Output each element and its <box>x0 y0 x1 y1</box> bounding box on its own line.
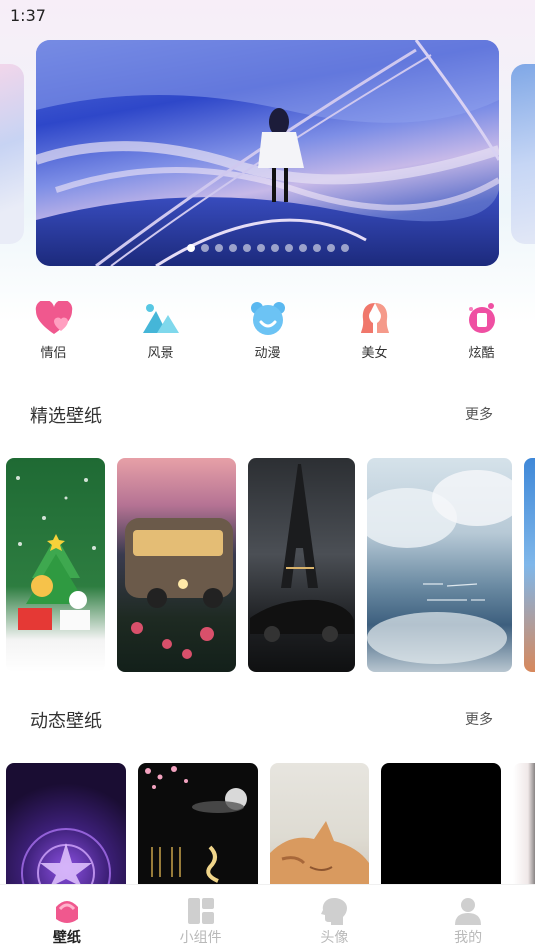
flower-bus-art <box>125 518 233 659</box>
live-thumb-moon-calligraphy[interactable] <box>138 763 258 887</box>
wallpaper-icon <box>55 901 78 923</box>
live-thumb-partial[interactable] <box>513 763 535 887</box>
live-thumb-black[interactable] <box>381 763 501 887</box>
nav-tab-avatar[interactable]: 头像 <box>268 885 402 951</box>
nav-tab-wallpaper[interactable]: 壁纸 <box>0 885 134 951</box>
wallpaper-home-page: 1:37 情侣 风景 动漫 美女 炫酷 精选壁纸 更多 动态壁纸 更多 壁纸 小… <box>0 0 535 951</box>
mandala-art <box>21 828 111 887</box>
banner-dot[interactable] <box>256 244 265 252</box>
bear-icon <box>248 298 288 338</box>
banner-prev-card[interactable] <box>0 64 24 244</box>
nav-label: 壁纸 <box>52 930 81 946</box>
category-bar: 情侣 风景 动漫 美女 炫酷 <box>0 298 535 361</box>
banner-dot[interactable] <box>312 244 321 252</box>
profile-icon <box>455 898 482 925</box>
clouds-art <box>367 470 512 664</box>
banner-dot[interactable] <box>228 244 237 252</box>
nav-label: 小组件 <box>179 930 222 946</box>
banner-dot[interactable] <box>242 244 251 252</box>
banner-dot[interactable] <box>340 244 349 252</box>
avatar-head-icon <box>321 898 348 925</box>
banner-dot[interactable] <box>186 244 195 252</box>
featured-section-title: 精选壁纸 <box>30 406 102 427</box>
category-label: 美女 <box>361 346 388 361</box>
wallpaper-thumb-clouds[interactable] <box>367 458 512 672</box>
wallpaper-thumb-eiffel[interactable] <box>248 458 355 672</box>
eiffel-car-art <box>250 464 354 642</box>
live-thumb-mandala[interactable] <box>6 763 126 887</box>
wallpaper-thumb-partial[interactable] <box>524 458 535 672</box>
nav-tab-profile[interactable]: 我的 <box>401 885 535 951</box>
category-anime[interactable]: 动漫 <box>214 298 321 361</box>
banner-dot[interactable] <box>214 244 223 252</box>
wallpaper-thumb-christmas[interactable] <box>6 458 105 672</box>
banner-pagination <box>36 244 499 252</box>
banner-dot[interactable] <box>298 244 307 252</box>
category-couple[interactable]: 情侣 <box>0 298 107 361</box>
category-cool[interactable]: 炫酷 <box>428 298 535 361</box>
status-time: 1:37 <box>10 6 46 25</box>
featured-more-link[interactable]: 更多 <box>465 404 493 424</box>
live-more-link[interactable]: 更多 <box>465 709 493 729</box>
live-wallpaper-row <box>0 763 535 887</box>
category-scenery[interactable]: 风景 <box>107 298 214 361</box>
wallpaper-thumb-flower-bus[interactable] <box>117 458 236 672</box>
heart-icon <box>34 298 74 338</box>
nav-label: 头像 <box>320 930 349 946</box>
banner-dot[interactable] <box>270 244 279 252</box>
status-bar: 1:37 <box>0 0 535 30</box>
banner-artwork <box>36 40 499 266</box>
banner-current-card[interactable] <box>36 40 499 266</box>
live-thumb-cat[interactable] <box>270 763 369 887</box>
banner-dot[interactable] <box>200 244 209 252</box>
moon-blossom-art <box>145 766 247 883</box>
category-label: 炫酷 <box>468 346 495 361</box>
mountain-icon <box>141 298 181 338</box>
widget-icon <box>187 898 214 924</box>
banner-carousel[interactable] <box>0 40 535 266</box>
banner-dot[interactable] <box>284 244 293 252</box>
woman-icon <box>355 298 395 338</box>
category-label: 动漫 <box>254 346 281 361</box>
bottom-navigation: 壁纸 小组件 头像 我的 <box>0 884 535 951</box>
banner-next-card[interactable] <box>511 64 535 244</box>
category-beauty[interactable]: 美女 <box>321 298 428 361</box>
christmas-tree-art <box>16 476 96 630</box>
category-label: 情侣 <box>40 346 67 361</box>
nav-tab-widgets[interactable]: 小组件 <box>134 885 268 951</box>
splash-icon <box>462 298 502 338</box>
nav-label: 我的 <box>454 930 483 946</box>
live-section-title: 动态壁纸 <box>30 711 102 732</box>
cat-art <box>270 821 369 887</box>
featured-wallpaper-row <box>0 458 535 672</box>
banner-dot[interactable] <box>326 244 335 252</box>
category-label: 风景 <box>147 346 174 361</box>
